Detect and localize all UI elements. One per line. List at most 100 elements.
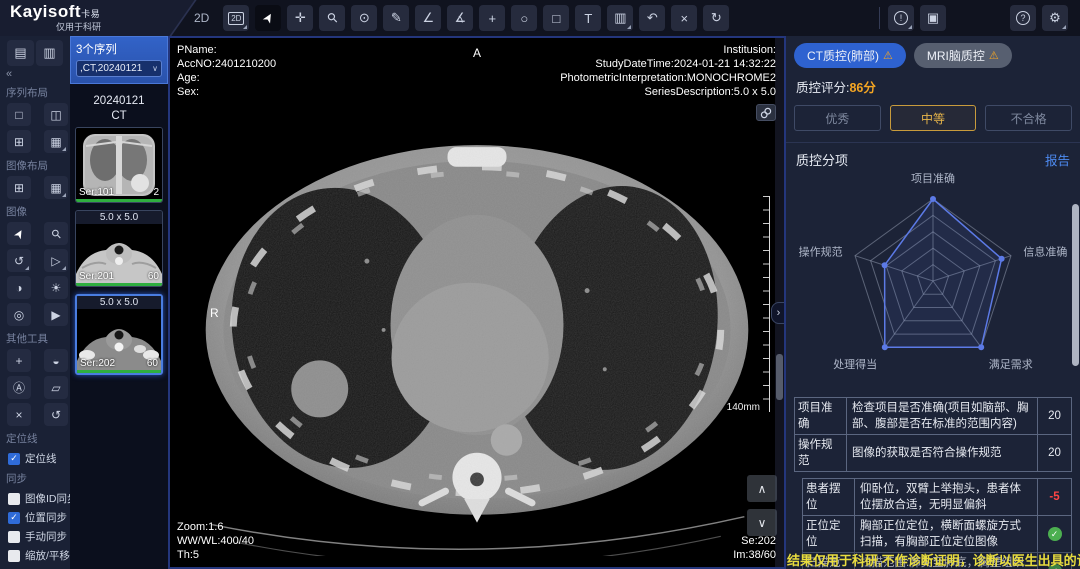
viewer-scrollbar-thumb[interactable] (776, 354, 783, 400)
svg-text:信息准确: 信息准确 (1023, 245, 1067, 259)
scroll-down-button[interactable]: ∨ (747, 509, 777, 536)
save-icon[interactable]: ▣ (920, 5, 946, 31)
eraser-icon[interactable]: ▱ (44, 376, 68, 399)
checkbox-label: 定位线 (25, 451, 57, 466)
layout-2x2-icon[interactable]: ⊞ (7, 130, 31, 153)
target-icon[interactable]: ◎ (7, 303, 31, 326)
layout-1x2-icon[interactable]: ◫ (44, 103, 68, 126)
series-number-label: Ser:101 (79, 187, 114, 198)
image-viewport[interactable]: PName: AccNO:2401210200 Age: Sex: Instit… (168, 36, 786, 569)
chevron-down-icon: ∨ (758, 516, 767, 530)
layout-3x3-icon[interactable]: ▦ (44, 130, 68, 153)
svg-text:满足需求: 满足需求 (989, 358, 1033, 371)
magnify-icon[interactable]: ⚲ (44, 222, 68, 245)
ct-image (170, 38, 784, 567)
panel-expander-button[interactable]: › (771, 302, 786, 324)
text-search-icon[interactable]: Ⓐ (7, 376, 31, 399)
checkbox[interactable] (8, 531, 20, 543)
cine-play-icon[interactable]: ▶ (44, 303, 68, 326)
report-link[interactable]: 报告 (1045, 150, 1070, 169)
mode-label: 2D (194, 11, 209, 25)
checkbox[interactable] (8, 512, 20, 524)
series-description-label: 5.0 x 5.0 (76, 211, 162, 224)
undo-icon[interactable]: ↶ (639, 5, 665, 31)
tools-sidebar: ▤▥ « 序列布局□◫⊞▦图像布局⊞▦图像➤⚲↺▷◑☀◎▶其他工具+◒Ⓐ▱×↺ … (0, 36, 70, 569)
checkbox[interactable] (8, 493, 20, 505)
select-cursor-icon[interactable]: ➤ (7, 222, 31, 245)
rotate-reset-icon[interactable]: ↻ (703, 5, 729, 31)
cobb-angle-icon[interactable]: ∡ (447, 5, 473, 31)
checkbox[interactable] (8, 550, 20, 562)
check-circle-icon: ✓ (1048, 527, 1062, 541)
info-icon[interactable]: ! (888, 5, 914, 31)
table-row: 操作规范 图像的获取是否符合操作规范 20 (795, 435, 1072, 472)
pan-icon[interactable]: ✛ (287, 5, 313, 31)
image-window-icon[interactable]: ▥ (607, 5, 633, 31)
series-list-icon[interactable]: ▤ (7, 40, 34, 66)
2d-mode-icon[interactable]: 2D (223, 5, 249, 31)
qc-score-value: 86分 (849, 81, 875, 95)
series-thumbnail[interactable]: 5.0 x 5.0 Ser:201 60 (75, 210, 163, 287)
grade-fail-button[interactable]: 不合格 (985, 105, 1072, 131)
study-modality-label: CT (93, 109, 144, 124)
logo: Kayisoft卡易 仅用于科研 (0, 0, 158, 36)
scroll-up-button[interactable]: ∧ (747, 475, 777, 502)
settings-icon[interactable]: ⚙ (1042, 5, 1068, 31)
image-count-label: 60 (148, 271, 159, 282)
checkbox-label: 位置同步 (25, 510, 67, 525)
invert-icon[interactable]: ◑ (7, 276, 31, 299)
play-outline-icon[interactable]: ▷ (44, 249, 68, 272)
reset-tool-icon[interactable]: ↺ (44, 403, 68, 426)
cursor-icon[interactable]: ➤ (255, 5, 281, 31)
add-tool-icon[interactable]: + (7, 349, 31, 372)
delete-annotation-icon[interactable]: × (671, 5, 697, 31)
tab-ct-qc[interactable]: CT质控(肺部) ⚠ (794, 43, 906, 68)
sidebar-section-title: 图像布局 (0, 155, 70, 176)
checkbox-item[interactable]: 图像ID同步 (0, 489, 70, 508)
rect-roi-icon[interactable]: □ (543, 5, 569, 31)
checkbox[interactable] (8, 453, 20, 465)
text-annotation-icon[interactable]: T (575, 5, 601, 31)
chevron-down-icon: ∨ (152, 64, 158, 73)
qc-panel-scrollbar[interactable] (1072, 204, 1079, 366)
help-icon[interactable]: ? (1010, 5, 1036, 31)
orientation-anterior-label: A (473, 46, 481, 60)
study-select-dropdown[interactable]: ,CT,20240121 ∨ (76, 60, 162, 77)
measure-line-icon[interactable]: ✎ (383, 5, 409, 31)
checkbox-label: 图像ID同步 (25, 491, 70, 506)
ellipse-roi-icon[interactable]: ○ (511, 5, 537, 31)
angle-icon[interactable]: ∠ (415, 5, 441, 31)
image-layout-2x2-icon[interactable]: ⊞ (7, 176, 31, 199)
image-layout-3x3-icon[interactable]: ▦ (44, 176, 68, 199)
orientation-right-label: R (210, 306, 219, 320)
checkbox-item[interactable]: 窗宽窗位 (0, 565, 70, 569)
grade-medium-button[interactable]: 中等 (890, 105, 977, 131)
checkbox-item[interactable]: 定位线 (0, 449, 70, 468)
series-thumbnail[interactable]: 5.0 x 5.0 Ser:202 60 (75, 294, 163, 375)
svg-text:项目准确: 项目准确 (911, 172, 955, 185)
checkbox-item[interactable]: 缩放/平移 (0, 546, 70, 565)
sidebar-section-title: 其他工具 (0, 328, 70, 349)
study-info-overlay: Institusion: StudyDateTime:2024-01-21 14… (560, 43, 776, 99)
checkbox-item[interactable]: 手动同步 (0, 527, 70, 546)
layout-1x1-icon[interactable]: □ (7, 103, 31, 126)
flip-rotate-icon[interactable]: ↺ (7, 249, 31, 272)
brightness-icon[interactable]: ☀ (44, 276, 68, 299)
tab-mri-qc[interactable]: MRI脑质控 ⚠ (914, 43, 1012, 68)
grade-excellent-button[interactable]: 优秀 (794, 105, 881, 131)
report-panel-icon[interactable]: ▥ (36, 40, 63, 66)
close-tool-icon[interactable]: × (7, 403, 31, 426)
sidebar-section-title: 同步 (0, 468, 70, 489)
marker-icon[interactable]: + (479, 5, 505, 31)
checkbox-item[interactable]: 位置同步 (0, 508, 70, 527)
load-progress-bar (77, 370, 161, 373)
top-toolbar: Kayisoft卡易 仅用于科研 2D 2D➤✛⚲⊙✎∠∡+○□T▥↶×↻ !▣… (0, 0, 1080, 36)
load-progress-bar (76, 283, 162, 286)
window-level-icon[interactable]: ⊙ (351, 5, 377, 31)
zoom-in-icon[interactable]: ⚲ (319, 5, 345, 31)
series-thumbnail[interactable]: Ser:101 2 (75, 127, 163, 203)
series-list: 20240121 CT Ser:101 (70, 84, 168, 569)
link-icon[interactable] (756, 104, 776, 121)
comment-icon[interactable]: ◒ (44, 349, 68, 372)
collapse-sidebar-button[interactable]: « (0, 68, 70, 82)
